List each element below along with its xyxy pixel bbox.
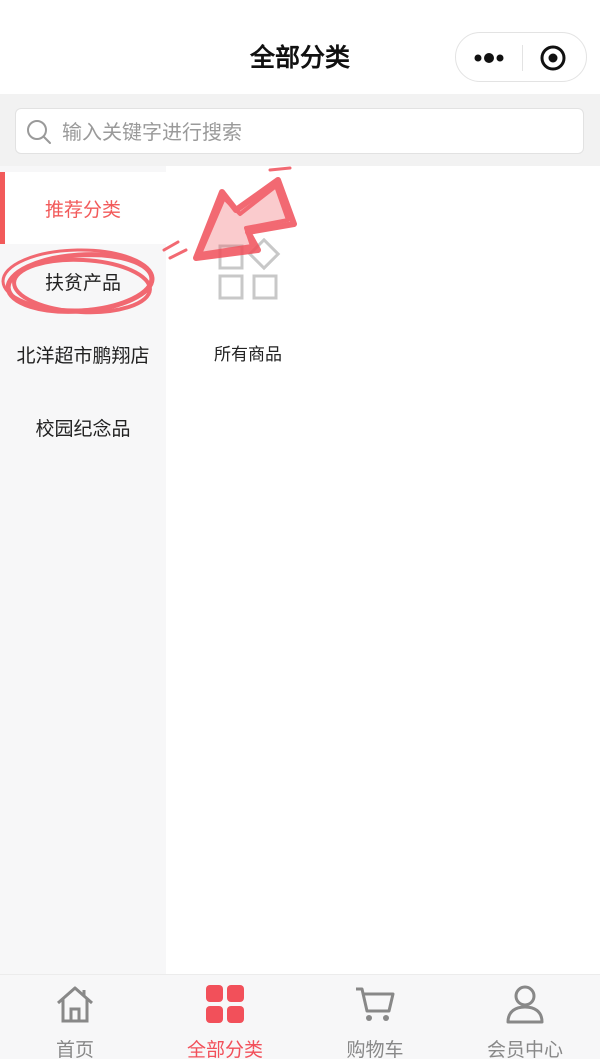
- tab-label: 首页: [55, 1039, 94, 1059]
- tab-label: 购物车: [346, 1039, 404, 1059]
- sidebar-item-label: 扶贫产品: [44, 271, 121, 294]
- sidebar-item-poverty-relief[interactable]: 扶贫产品: [0, 245, 166, 317]
- sidebar-item-label: 校园纪念品: [35, 417, 131, 440]
- mini-program-capsule: [455, 32, 587, 82]
- search-input[interactable]: [62, 115, 562, 149]
- user-icon: [506, 985, 544, 1024]
- sidebar-item-beiyang-market[interactable]: 北洋超市鹏翔店: [0, 318, 166, 390]
- bottom-tab-bar: 首页 全部分类 购物车 会员中心: [0, 974, 600, 1059]
- active-indicator: [0, 172, 5, 244]
- tab-label: 全部分类: [186, 1039, 263, 1059]
- search-icon: [27, 120, 51, 144]
- home-icon: [57, 986, 93, 1023]
- grid-apps-icon: [218, 238, 281, 300]
- search-box[interactable]: [15, 108, 584, 154]
- tab-cart[interactable]: 购物车: [300, 975, 450, 1059]
- category-sidebar: 推荐分类 扶贫产品 北洋超市鹏翔店 校园纪念品: [0, 166, 166, 974]
- category-card-all-products[interactable]: 所有商品: [186, 236, 310, 376]
- search-bar: [0, 94, 600, 166]
- category-content: 所有商品: [166, 166, 600, 974]
- category-label: 所有商品: [214, 345, 282, 365]
- sidebar-item-label: 推荐分类: [44, 198, 121, 221]
- tab-all-categories[interactable]: 全部分类: [150, 975, 300, 1059]
- sidebar-item-recommended[interactable]: 推荐分类: [0, 172, 166, 244]
- tab-label: 会员中心: [486, 1039, 563, 1059]
- tab-member-center[interactable]: 会员中心: [450, 975, 600, 1059]
- category-grid-icon: [206, 985, 244, 1023]
- cart-icon: [356, 987, 395, 1021]
- sidebar-item-label: 北洋超市鹏翔店: [16, 344, 150, 367]
- navigation-header: 全部分类: [0, 0, 600, 94]
- close-target-icon[interactable]: [538, 43, 568, 73]
- more-icon[interactable]: [472, 45, 506, 71]
- tab-home[interactable]: 首页: [0, 975, 150, 1059]
- sidebar-item-souvenirs[interactable]: 校园纪念品: [0, 391, 166, 463]
- capsule-divider: [522, 45, 523, 71]
